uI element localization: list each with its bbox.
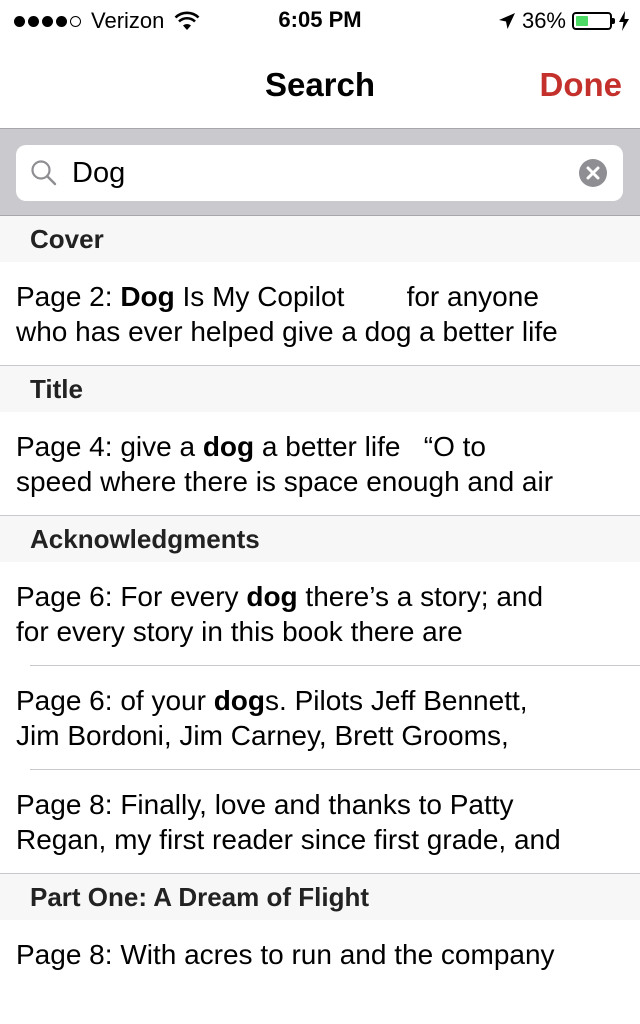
battery-level-fill	[576, 16, 588, 26]
result-row[interactable]: Page 8: With acres to run and the compan…	[0, 920, 640, 1024]
result-row[interactable]: Page 6: For every dog there’s a story; a…	[0, 562, 640, 666]
search-query[interactable]: Dog	[72, 157, 125, 190]
section-header-part-one: Part One: A Dream of Flight	[0, 874, 640, 920]
result-line-2: speed where there is space enough and ai…	[16, 466, 554, 497]
result-line-1: Page 4: give a dog a better life “O to	[16, 431, 486, 462]
charging-bolt-icon	[619, 11, 629, 31]
result-line-1: Page 6: of your dogs. Pilots Jeff Bennet…	[16, 685, 528, 716]
match-highlight: dog	[246, 581, 298, 612]
result-line-1: Page 8: Finally, love and thanks to Patt…	[16, 789, 514, 820]
row-separator	[0, 515, 640, 516]
result-row[interactable]: Page 4: give a dog a better life “O to s…	[0, 412, 640, 516]
row-separator	[0, 873, 640, 874]
navigation-bar: Search Done	[0, 40, 640, 128]
match-highlight: dog	[202, 431, 255, 462]
result-row[interactable]: Page 6: of your dogs. Pilots Jeff Bennet…	[0, 666, 640, 770]
section-header-acknowledgments: Acknowledgments	[0, 516, 640, 562]
result-row[interactable]: Page 8: Finally, love and thanks to Patt…	[0, 770, 640, 874]
clear-search-button[interactable]	[579, 159, 607, 187]
match-highlight: dog	[213, 685, 266, 716]
section-header-title: Title	[0, 366, 640, 412]
result-line-2: for every story in this book there are	[16, 616, 463, 647]
result-row[interactable]: Page 2: Dog Is My Copilot for anyone who…	[0, 262, 640, 366]
result-line-2: Regan, my first reader since first grade…	[16, 824, 561, 855]
row-separator	[0, 365, 640, 366]
search-icon	[31, 160, 57, 186]
result-line-1: Page 2: Dog Is My Copilot for anyone	[16, 281, 539, 312]
battery-percent: 36%	[521, 8, 566, 33]
result-line-1: Page 8: With acres to run and the compan…	[16, 939, 555, 970]
search-input[interactable]: Dog	[16, 145, 623, 201]
location-arrow-icon	[498, 13, 515, 29]
clear-icon	[586, 166, 600, 180]
result-line-2: who has ever helped give a dog a better …	[16, 316, 558, 347]
result-line-2: Jim Bordoni, Jim Carney, Brett Grooms,	[16, 720, 509, 751]
search-bar: Dog	[0, 128, 640, 216]
battery-icon	[572, 12, 615, 30]
search-results-list: Cover Page 2: Dog Is My Copilot for anyo…	[0, 216, 640, 1024]
result-line-1: Page 6: For every dog there’s a story; a…	[16, 581, 544, 612]
section-header-cover: Cover	[0, 216, 640, 262]
match-highlight: Dog	[120, 281, 175, 312]
status-bar: Verizon 6:05 PM 36%	[0, 0, 640, 40]
done-button[interactable]: Done	[540, 66, 623, 104]
